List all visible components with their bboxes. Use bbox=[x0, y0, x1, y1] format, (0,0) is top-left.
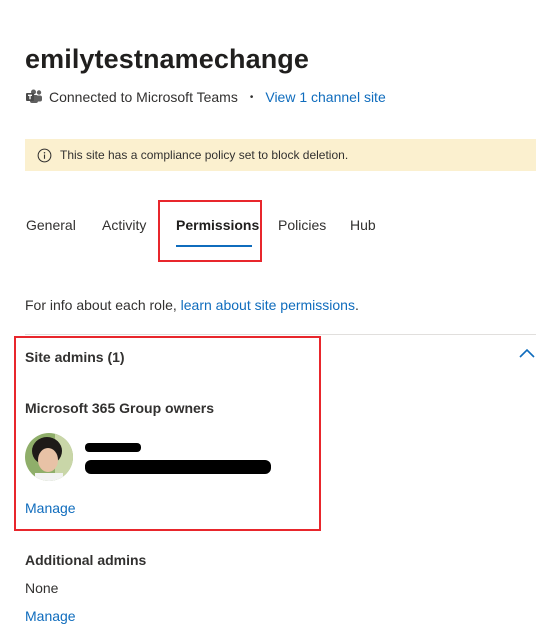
banner-text: This site has a compliance policy set to… bbox=[60, 148, 349, 162]
chevron-up-icon[interactable] bbox=[518, 347, 536, 359]
tab-hub[interactable]: Hub bbox=[350, 217, 376, 233]
site-title: emilytestnamechange bbox=[25, 44, 310, 74]
separator-dot: • bbox=[249, 91, 254, 103]
compliance-banner: This site has a compliance policy set to… bbox=[25, 139, 536, 171]
highlight-box-permissions-tab bbox=[158, 200, 262, 262]
learn-site-permissions-link[interactable]: learn about site permissions bbox=[181, 297, 355, 313]
manage-additional-admins-link[interactable]: Manage bbox=[25, 608, 76, 624]
info-suffix: . bbox=[354, 297, 359, 313]
additional-admins-header: Additional admins bbox=[25, 552, 147, 568]
teams-icon bbox=[26, 89, 42, 103]
info-icon bbox=[37, 148, 52, 162]
info-prefix: For info about each role, bbox=[25, 297, 181, 313]
tab-policies[interactable]: Policies bbox=[278, 217, 326, 233]
permissions-info: For info about each role, learn about si… bbox=[25, 297, 359, 313]
section-divider bbox=[25, 334, 536, 335]
connected-text: Connected to Microsoft Teams bbox=[49, 89, 238, 105]
additional-admins-value: None bbox=[25, 580, 59, 596]
highlight-box-site-admins bbox=[14, 336, 321, 531]
site-subline: Connected to Microsoft Teams • View 1 ch… bbox=[25, 89, 386, 105]
tab-general[interactable]: General bbox=[26, 217, 76, 233]
tab-activity[interactable]: Activity bbox=[102, 217, 146, 233]
view-channel-site-link[interactable]: View 1 channel site bbox=[265, 89, 385, 105]
